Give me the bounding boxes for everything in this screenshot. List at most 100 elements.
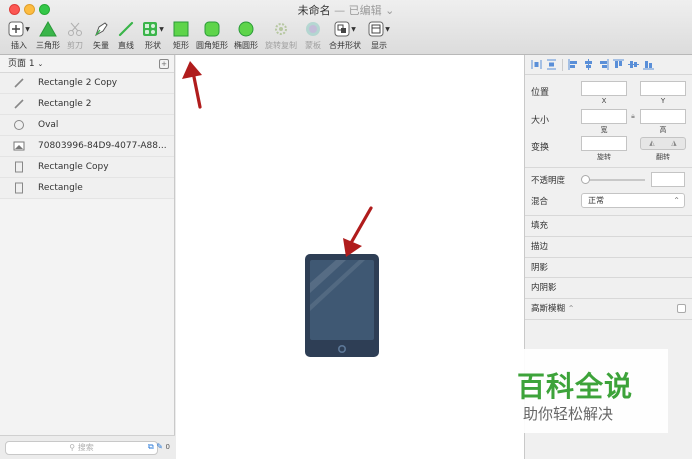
watermark-title: 百科全说: [517, 370, 634, 403]
layer-item[interactable]: Rectangle Copy: [0, 157, 174, 178]
chevron-down-icon: ▼: [351, 25, 356, 33]
mask-button[interactable]: 蒙板: [302, 19, 324, 53]
page-selector[interactable]: 页面 1 ⌄ +: [0, 55, 174, 73]
rectangle-icon: [173, 21, 189, 37]
chevron-updown-icon[interactable]: ⌃: [568, 304, 575, 313]
shapes-icon: [143, 22, 158, 36]
insert-button[interactable]: ▼ 插入: [6, 19, 32, 53]
align-top-icon[interactable]: [611, 58, 626, 72]
layer-item[interactable]: 70803996-84D9-4077-A88...: [0, 136, 174, 157]
chevron-down-icon: ▼: [159, 25, 164, 33]
layer-name: Oval: [38, 120, 59, 130]
annotation-arrow-top: [182, 61, 202, 109]
symbols-filter-icon[interactable]: ⧉: [148, 442, 154, 451]
align-right-icon[interactable]: [596, 58, 611, 72]
layers-panel: 页面 1 ⌄ + Rectangle 2 Copy Rectangle 2 Ov…: [0, 55, 175, 459]
blend-mode-select[interactable]: 正常 ⌃: [581, 193, 685, 208]
view-label: 显示: [371, 41, 387, 50]
height-field[interactable]: [640, 109, 686, 124]
shapes-button[interactable]: ▼ 形状: [140, 19, 166, 53]
lock-icon[interactable]: 🔒︎: [628, 112, 638, 121]
triangle-button[interactable]: 三角形: [35, 19, 61, 53]
border-section[interactable]: 描边: [525, 236, 692, 256]
layer-name: Rectangle Copy: [38, 162, 109, 172]
fill-section[interactable]: 填充: [525, 215, 692, 235]
triangle-label: 三角形: [36, 41, 60, 50]
opacity-label: 不透明度: [531, 176, 566, 186]
align-bottom-icon[interactable]: [641, 58, 656, 72]
shadow-section[interactable]: 阴影: [525, 257, 692, 277]
add-page-icon[interactable]: +: [159, 59, 169, 69]
line-button[interactable]: 直线: [115, 19, 137, 53]
fill-label: 填充: [531, 221, 549, 231]
opacity-field[interactable]: [651, 172, 685, 187]
blur-section[interactable]: 高斯模糊 ⌃: [525, 298, 692, 318]
chevron-down-icon[interactable]: ⌄: [385, 4, 394, 17]
pen-icon: [95, 22, 108, 37]
chevron-down-icon: ▼: [25, 25, 30, 33]
opacity-slider[interactable]: [583, 179, 645, 181]
flip-control[interactable]: ◭ ◮: [640, 137, 686, 150]
layer-search-input[interactable]: ⚲ 搜索: [5, 441, 158, 455]
document-separator: —: [334, 4, 346, 17]
scissors-button[interactable]: 剪刀: [63, 19, 87, 53]
vector-button[interactable]: 矢量: [89, 19, 113, 53]
combine-shapes-icon: [334, 21, 350, 37]
canvas-artwork: [182, 61, 379, 357]
canvas[interactable]: [176, 55, 524, 459]
opacity-slider-knob[interactable]: [581, 175, 590, 184]
document-title: 未命名 — 已编辑 ⌄: [0, 2, 692, 18]
shapes-label: 形状: [145, 41, 161, 50]
search-placeholder: 搜索: [77, 443, 94, 452]
triangle-icon: [39, 21, 57, 37]
document-name: 未命名: [297, 4, 331, 17]
document-status: 已编辑: [348, 4, 382, 17]
layer-item[interactable]: Oval: [0, 115, 174, 136]
position-x-field[interactable]: [581, 81, 627, 96]
layer-item[interactable]: Rectangle: [0, 178, 174, 199]
search-filters[interactable]: ⧉ ✎ 0: [148, 442, 170, 452]
watermark: 百科全说 助你轻松解决: [509, 349, 668, 433]
flip-horizontal-icon[interactable]: ◭: [649, 137, 654, 150]
distribute-vertical-icon[interactable]: [544, 58, 559, 72]
layer-item[interactable]: Rectangle 2: [0, 94, 174, 115]
layer-name: Rectangle 2: [38, 99, 92, 109]
oval-icon: [238, 21, 254, 37]
scissors-icon: [68, 22, 82, 36]
layer-item[interactable]: Rectangle 2 Copy: [0, 73, 174, 94]
width-label: 宽: [600, 126, 608, 134]
blend-label: 混合: [531, 197, 549, 207]
chevron-down-icon: ⌄: [37, 60, 44, 68]
combine-shapes-button[interactable]: ▼ 合并形状: [327, 19, 363, 53]
rotate-copy-label: 旋转复制: [265, 41, 297, 50]
align-center-icon[interactable]: [581, 58, 596, 72]
chevron-down-icon: ▼: [385, 25, 390, 33]
insert-label: 插入: [11, 41, 27, 50]
inner-shadow-section[interactable]: 内阴影: [525, 277, 692, 297]
rounded-rectangle-button[interactable]: 圆角矩形: [195, 19, 229, 53]
vector-label: 矢量: [93, 41, 109, 50]
rectangle-button[interactable]: 矩形: [170, 19, 192, 53]
flip-vertical-icon[interactable]: ◮: [671, 137, 676, 150]
layer-name: Rectangle 2 Copy: [38, 78, 118, 88]
chevron-updown-icon: ⌃: [673, 196, 680, 205]
rotate-copy-button[interactable]: 旋转复制: [263, 19, 299, 53]
pen-filter-icon[interactable]: ✎: [156, 442, 163, 451]
rotate-field[interactable]: [581, 136, 627, 151]
view-button[interactable]: ▼ 显示: [366, 19, 392, 53]
line-layer-icon: [14, 99, 24, 109]
line-icon: [118, 21, 134, 37]
oval-label: 椭圆形: [234, 41, 258, 50]
align-middle-icon[interactable]: [626, 58, 641, 72]
mask-label: 蒙板: [305, 41, 321, 50]
current-page-label: 页面 1: [8, 59, 35, 69]
image-layer-icon: [13, 141, 25, 151]
position-label: 位置: [531, 88, 550, 98]
blur-checkbox[interactable]: [677, 304, 686, 313]
width-field[interactable]: [581, 109, 627, 124]
alignment-toolbar: [525, 55, 692, 75]
position-y-field[interactable]: [640, 81, 686, 96]
distribute-horizontal-icon[interactable]: [529, 58, 544, 72]
align-left-icon[interactable]: [566, 58, 581, 72]
oval-button[interactable]: 椭圆形: [232, 19, 260, 53]
